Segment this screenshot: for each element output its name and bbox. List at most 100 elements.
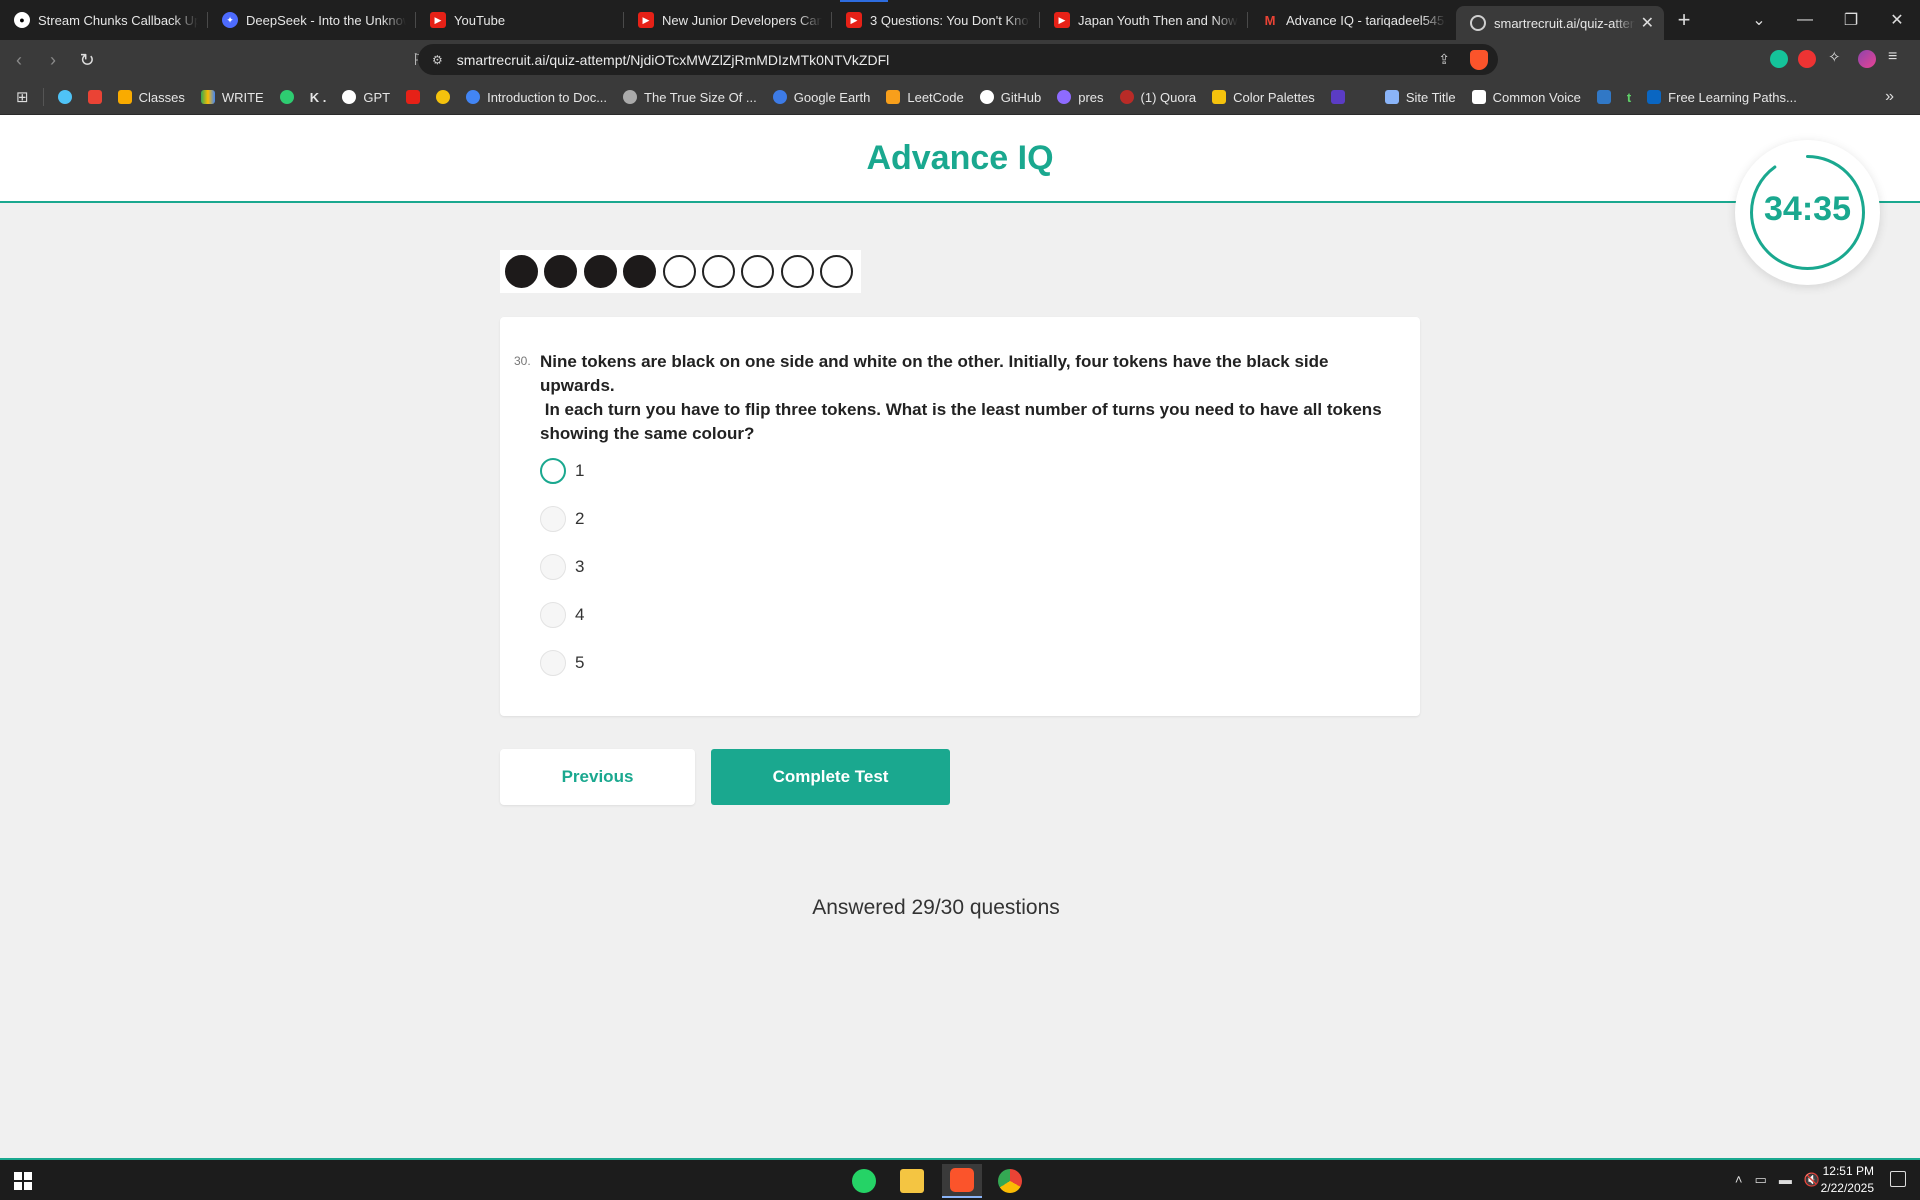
tab-search-icon[interactable]: ⌄ xyxy=(1736,10,1782,30)
option-radio[interactable] xyxy=(540,506,566,532)
site-info-icon[interactable]: ⚙ xyxy=(432,53,443,67)
url-field[interactable]: ⚙ smartrecruit.ai/quiz-attempt/NjdiOTcxM… xyxy=(418,44,1498,75)
profile-avatar-icon[interactable] xyxy=(1858,50,1876,68)
restore-icon[interactable]: ❐ xyxy=(1828,10,1874,30)
chrome-taskbar-icon[interactable] xyxy=(990,1164,1030,1198)
minimize-icon[interactable]: — xyxy=(1782,11,1828,29)
grammarly-icon[interactable] xyxy=(1770,50,1788,68)
tab-stream-chunks[interactable]: ● Stream Chunks Callback Upda xyxy=(0,0,208,40)
token-dot xyxy=(820,255,854,288)
file-explorer-taskbar-icon[interactable] xyxy=(892,1164,932,1198)
tab-japan-youth[interactable]: ▶ Japan Youth Then and Now#ja xyxy=(1040,0,1248,40)
question-line: Nine tokens are black on one side and wh… xyxy=(540,352,1329,395)
url-text: smartrecruit.ai/quiz-attempt/NjdiOTcxMWZ… xyxy=(456,51,890,68)
option-radio[interactable] xyxy=(540,458,566,484)
extensions-icon[interactable]: ✧ xyxy=(1828,48,1846,66)
tab-junior-devs[interactable]: ▶ New Junior Developers Can't A xyxy=(624,0,832,40)
back-icon[interactable]: ‹ xyxy=(4,50,34,71)
pokeball-extension-icon[interactable] xyxy=(1798,50,1816,68)
bookmark-label: Free Learning Paths... xyxy=(1668,89,1797,105)
battery-icon[interactable]: ▬ xyxy=(1779,1172,1792,1188)
globe-icon xyxy=(1470,15,1486,31)
bookmark-free-learning[interactable]: Free Learning Paths... xyxy=(1647,90,1797,105)
windows-start-icon[interactable] xyxy=(14,1172,32,1190)
bookmark-google-earth[interactable]: Google Earth xyxy=(772,90,870,105)
bookmark-green-icon[interactable] xyxy=(279,90,294,104)
option-2[interactable]: 2 xyxy=(538,495,584,543)
clock-time: 12:51 PM xyxy=(1822,1164,1874,1178)
bookmark-ui-icon[interactable] xyxy=(1330,90,1345,104)
bookmark-site-title[interactable]: Site Title xyxy=(1384,89,1456,105)
network-icon[interactable]: ▭ xyxy=(1755,1172,1767,1188)
whatsapp-taskbar-icon[interactable] xyxy=(844,1164,884,1198)
tab-advance-iq-gmail[interactable]: M Advance IQ - tariqadeel545@ xyxy=(1248,0,1456,40)
github-icon: ● xyxy=(14,12,30,28)
brave-taskbar-icon[interactable] xyxy=(942,1164,982,1198)
tab-title: 3 Questions: You Don't Know J xyxy=(870,12,1030,28)
page-title: Advance IQ xyxy=(866,139,1054,177)
bookmark-github[interactable]: GitHub xyxy=(979,90,1041,105)
option-4[interactable]: 4 xyxy=(538,591,584,639)
bookmark-classes[interactable]: Classes xyxy=(117,90,185,105)
option-3[interactable]: 3 xyxy=(538,543,584,591)
tab-title: DeepSeek - Into the Unknown xyxy=(246,12,406,28)
close-tab-icon[interactable]: ✕ xyxy=(1641,13,1654,33)
bookmark-write[interactable]: WRITE xyxy=(200,90,264,105)
tab-smartrecruit-active[interactable]: smartrecruit.ai/quiz-attem ✕ xyxy=(1456,6,1664,40)
bookmark-t-icon[interactable]: t xyxy=(1627,90,1631,105)
bookmark-label: The True Size Of ... xyxy=(644,89,757,105)
option-radio[interactable] xyxy=(540,650,566,676)
volume-muted-icon[interactable]: 🔇 xyxy=(1804,1172,1820,1188)
quiz-header: Advance IQ xyxy=(0,115,1920,203)
tab-3-questions[interactable]: ▶ 3 Questions: You Don't Know J xyxy=(832,0,1040,40)
bookmark-label: Introduction to Doc... xyxy=(487,89,608,105)
new-tab-button[interactable]: + xyxy=(1664,7,1704,33)
token-progress-strip xyxy=(500,250,861,293)
close-window-icon[interactable]: ✕ xyxy=(1874,10,1920,30)
bookmark-youtube-icon[interactable] xyxy=(406,90,421,104)
tray-chevron-icon[interactable]: ˄ xyxy=(1735,1172,1743,1188)
bookmark-intro-docker[interactable]: Introduction to Doc... xyxy=(466,90,607,105)
menu-icon[interactable]: ≡ xyxy=(1888,48,1906,66)
tab-title: smartrecruit.ai/quiz-attem xyxy=(1494,15,1635,31)
more-bookmarks-icon[interactable]: » xyxy=(1885,88,1894,106)
previous-button[interactable]: Previous xyxy=(500,749,695,805)
deepseek-icon: ✦ xyxy=(222,12,238,28)
bookmark-color-palettes[interactable]: Color Palettes xyxy=(1212,90,1315,105)
brave-shield-icon[interactable] xyxy=(1470,50,1488,70)
bookmark-leetcode[interactable]: LeetCode xyxy=(886,90,964,105)
bookmark-gmail-icon[interactable] xyxy=(87,90,102,104)
complete-test-button[interactable]: Complete Test xyxy=(711,749,950,805)
tab-youtube[interactable]: ▶ YouTube xyxy=(416,0,624,40)
youtube-icon: ▶ xyxy=(1054,12,1070,28)
bookmark-ts-icon[interactable] xyxy=(1596,90,1611,104)
option-radio[interactable] xyxy=(540,602,566,628)
token-dot xyxy=(583,255,617,288)
bookmark-swirl-icon[interactable] xyxy=(57,90,72,104)
tab-deepseek[interactable]: ✦ DeepSeek - Into the Unknown xyxy=(208,0,416,40)
apps-grid-icon[interactable]: ⊞ xyxy=(16,88,29,106)
question-card: 30. Nine tokens are black on one side an… xyxy=(500,317,1420,716)
bookmark-common-voice[interactable]: Common Voice xyxy=(1471,90,1581,105)
bookmark-true-size[interactable]: The True Size Of ... xyxy=(623,90,757,105)
bookmark-quora[interactable]: (1) Quora xyxy=(1119,90,1196,105)
tab-title: Stream Chunks Callback Upda xyxy=(38,12,198,28)
option-5[interactable]: 5 xyxy=(538,639,584,687)
share-icon[interactable]: ⇪ xyxy=(1438,51,1450,68)
forward-icon[interactable]: › xyxy=(38,50,68,71)
token-dot xyxy=(662,255,696,288)
notification-icon[interactable] xyxy=(1890,1171,1906,1187)
option-radio[interactable] xyxy=(540,554,566,580)
bookmark-label: Site Title xyxy=(1405,89,1456,105)
bookmarks-bar: ⊞ Classes WRITE K . GPT Introduction to … xyxy=(0,80,1920,115)
taskbar-clock[interactable]: 12:51 PM 2/22/2025 xyxy=(1821,1163,1874,1197)
bookmark-yellow-icon[interactable] xyxy=(436,90,451,104)
bookmark-pres[interactable]: pres xyxy=(1057,90,1104,105)
address-bar-row: ‹ › ↻ ⚐ ⚙ smartrecruit.ai/quiz-attempt/N… xyxy=(0,40,1920,80)
token-dot xyxy=(701,255,735,288)
bookmark-gpt[interactable]: GPT xyxy=(342,90,390,105)
reload-icon[interactable]: ↻ xyxy=(72,50,102,71)
timer-value: 34:35 xyxy=(1764,190,1851,228)
option-1[interactable]: 1 xyxy=(538,447,584,495)
bookmark-k-icon[interactable]: K . xyxy=(310,90,327,105)
